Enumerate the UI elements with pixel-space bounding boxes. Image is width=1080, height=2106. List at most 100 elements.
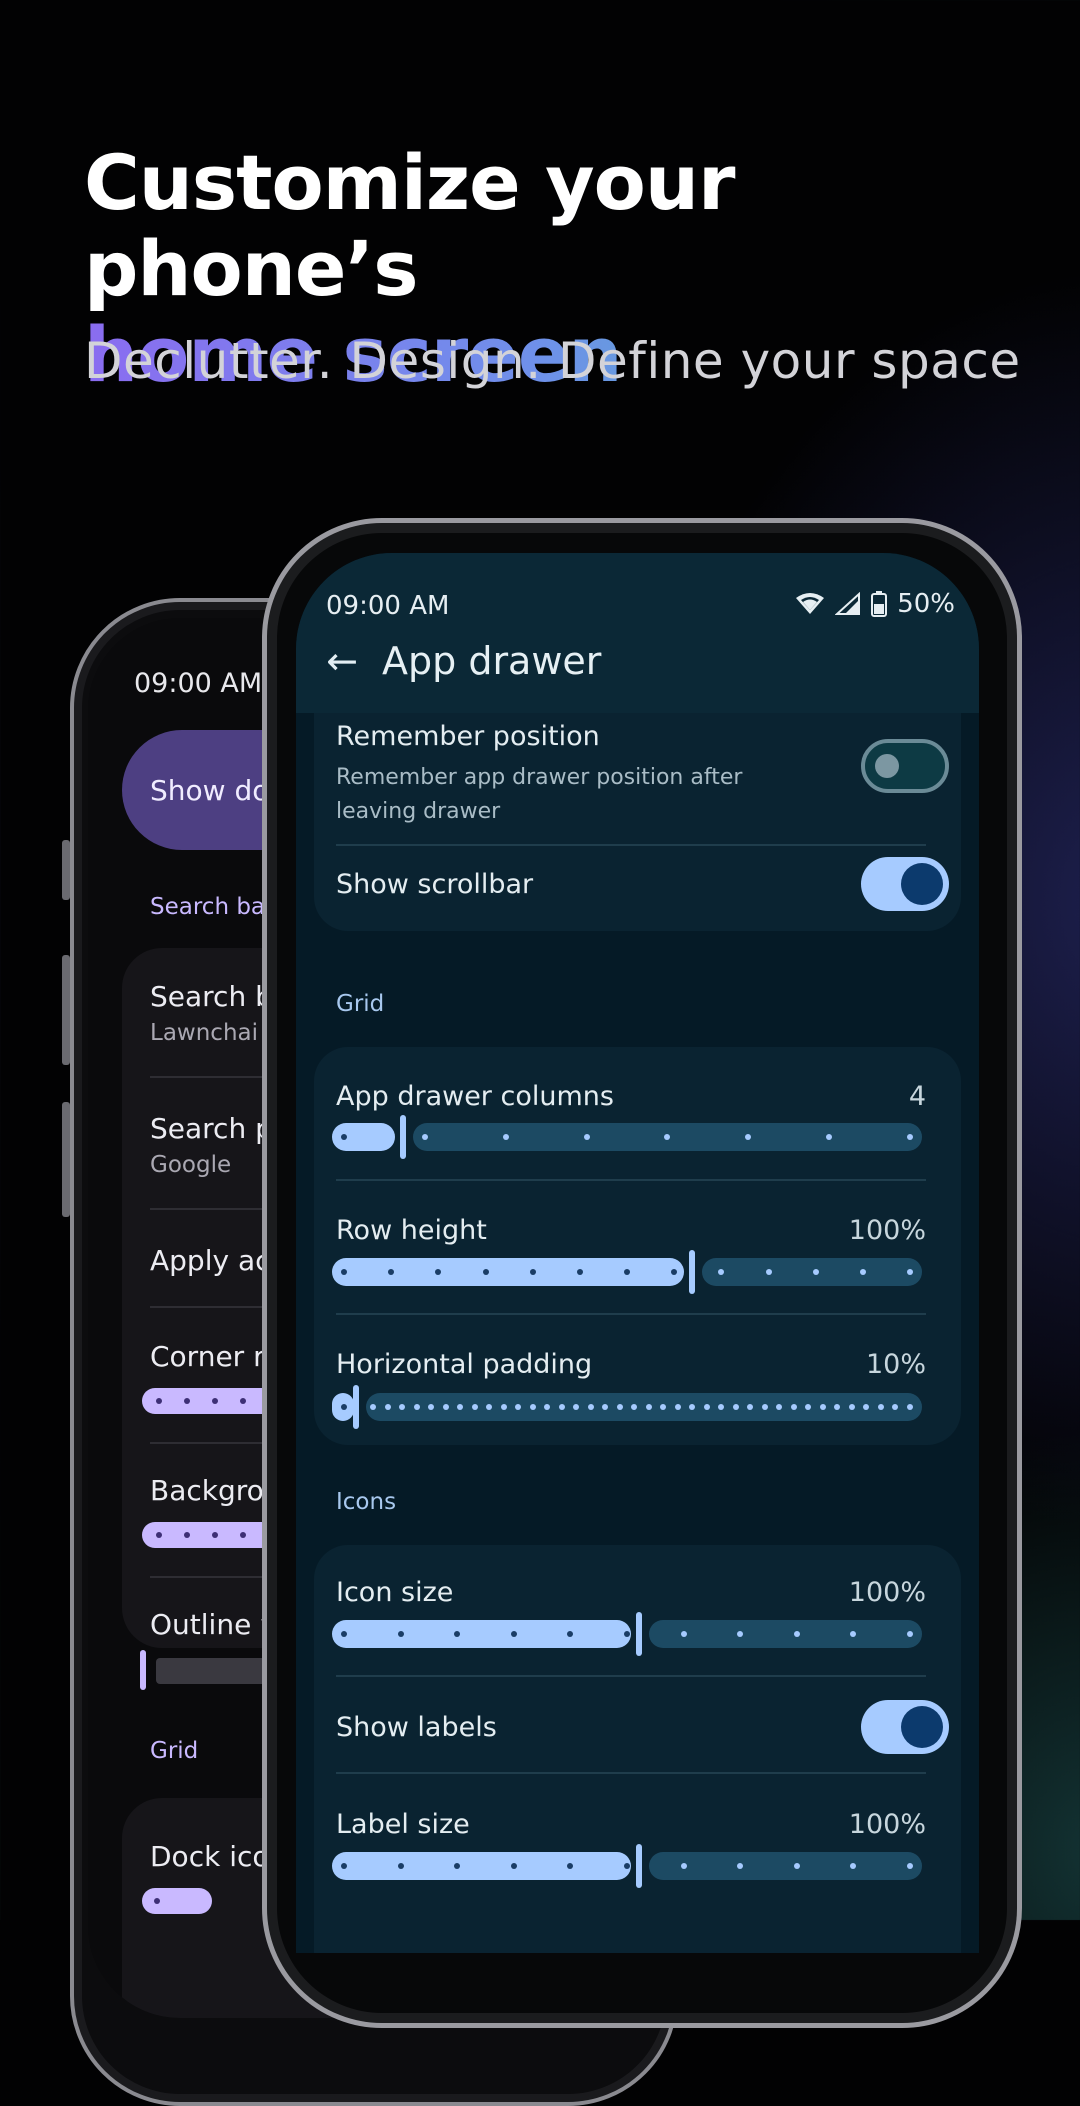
slider-step-dot [529,1404,536,1410]
slider-step-dot [624,1631,630,1637]
slider-step-dot [341,1863,347,1869]
slider-step-dot [907,1631,913,1637]
slider-step-dot [413,1404,420,1410]
page-title: App drawer [382,639,602,683]
back-phone-button [62,955,70,1065]
slider-step-dot [793,1631,800,1637]
slider-step-dot [442,1404,449,1410]
slider-thumb[interactable] [636,1612,642,1656]
back-list-item[interactable]: Apply ac [150,1244,271,1277]
divider [336,1179,926,1181]
slider-step-dot [397,1631,404,1637]
divider [336,844,926,846]
slider-inactive-track [649,1620,922,1648]
horizontal-padding-value: 10% [865,1349,926,1380]
columns-title: App drawer columns [336,1081,614,1112]
slider-step-dot [510,1863,517,1869]
icon-size-slider[interactable] [332,1612,922,1656]
slider-step-dot [616,1404,623,1410]
slider-active-track [332,1258,684,1286]
slider-step-dot [341,1134,347,1140]
slider-thumb[interactable] [636,1844,642,1888]
slider-step-dot [421,1134,428,1140]
columns-slider[interactable] [332,1115,922,1159]
back-slider[interactable] [142,1888,212,1914]
remember-position-title: Remember position [336,721,600,752]
divider [336,1675,926,1677]
slider-step-dot [576,1269,583,1275]
slider-step-dot [877,1404,884,1410]
slider-step-dot [583,1134,590,1140]
battery-icon [871,591,888,617]
show-scrollbar-title: Show scrollbar [336,869,534,900]
back-phone-button [62,840,70,900]
back-slider-thumb[interactable] [140,1650,146,1690]
battery-percent: 50% [897,589,955,619]
grid-settings-card: App drawer columns 4 Row height 100% Hor… [314,1047,961,1445]
back-list-item[interactable]: Search b [150,980,273,1013]
show-labels-title: Show labels [336,1712,497,1743]
label-size-title: Label size [336,1809,470,1840]
slider-step-dot [790,1404,797,1410]
back-slider[interactable] [142,1522,282,1548]
slider-step-dot [341,1404,347,1410]
horizontal-padding-slider[interactable] [332,1385,922,1429]
back-show-dock-label: Show do [150,774,270,807]
row-height-title: Row height [336,1215,487,1246]
remember-position-subtitle: Remember app drawer position after leavi… [336,765,743,824]
back-list-item-sub: Lawnchai [150,1020,259,1046]
columns-value: 4 [908,1081,926,1112]
slider-step-dot [848,1404,855,1410]
slider-step-dot [482,1269,489,1275]
hero-subtitle: Declutter. Design. Define your space [84,332,1021,390]
label-size-slider[interactable] [332,1844,922,1888]
back-arrow-icon[interactable]: ← [318,637,366,685]
headline-line-1: Customize your phone’s [84,138,735,313]
back-status-time: 09:00 AM [134,668,263,699]
slider-step-dot [500,1404,507,1410]
slider-step-dot [529,1269,536,1275]
slider-step-dot [793,1863,800,1869]
cell-signal-icon [835,592,861,615]
slider-active-track [332,1620,631,1648]
status-time: 09:00 AM [326,591,450,621]
slider-thumb[interactable] [353,1385,359,1429]
show-scrollbar-toggle[interactable] [861,857,949,911]
slider-thumb[interactable] [400,1115,406,1159]
slider-step-dot [761,1404,768,1410]
slider-step-dot [624,1863,630,1869]
row-height-slider[interactable] [332,1250,922,1294]
wifi-icon [796,593,825,614]
back-list-item[interactable]: Dock ico [150,1840,270,1873]
slider-step-dot [510,1631,517,1637]
back-list-item[interactable]: Search p [150,1112,273,1145]
section-grid: Grid [336,991,385,1017]
back-slider[interactable] [142,1388,282,1414]
slider-step-dot [399,1404,406,1410]
slider-step-dot [680,1863,687,1869]
slider-step-dot [859,1269,866,1275]
app-bar: 09:00 AM 50% ← App drawer [296,553,979,713]
horizontal-padding-title: Horizontal padding [336,1349,593,1380]
status-icons: 50% [795,589,955,619]
slider-step-dot [907,1134,913,1140]
slider-step-dot [587,1404,594,1410]
remember-position-toggle[interactable] [861,739,949,793]
slider-step-dot [341,1631,347,1637]
slider-step-dot [703,1404,710,1410]
general-settings-card: Remember position Remember app drawer po… [314,713,961,931]
front-phone-screen: 09:00 AM 50% ← App drawer Remember posit… [296,553,979,1953]
show-labels-toggle[interactable] [861,1700,949,1754]
slider-step-dot [680,1631,687,1637]
icon-size-title: Icon size [336,1577,454,1608]
slider-thumb[interactable] [689,1250,695,1294]
back-phone-button [62,1102,70,1217]
slider-step-dot [907,1863,913,1869]
slider-step-dot [732,1404,739,1410]
slider-step-dot [645,1404,652,1410]
row-height-value: 100% [848,1215,926,1246]
slider-step-dot [384,1404,391,1410]
slider-step-dot [674,1404,681,1410]
icon-size-value: 100% [848,1577,926,1608]
divider [336,1772,926,1774]
